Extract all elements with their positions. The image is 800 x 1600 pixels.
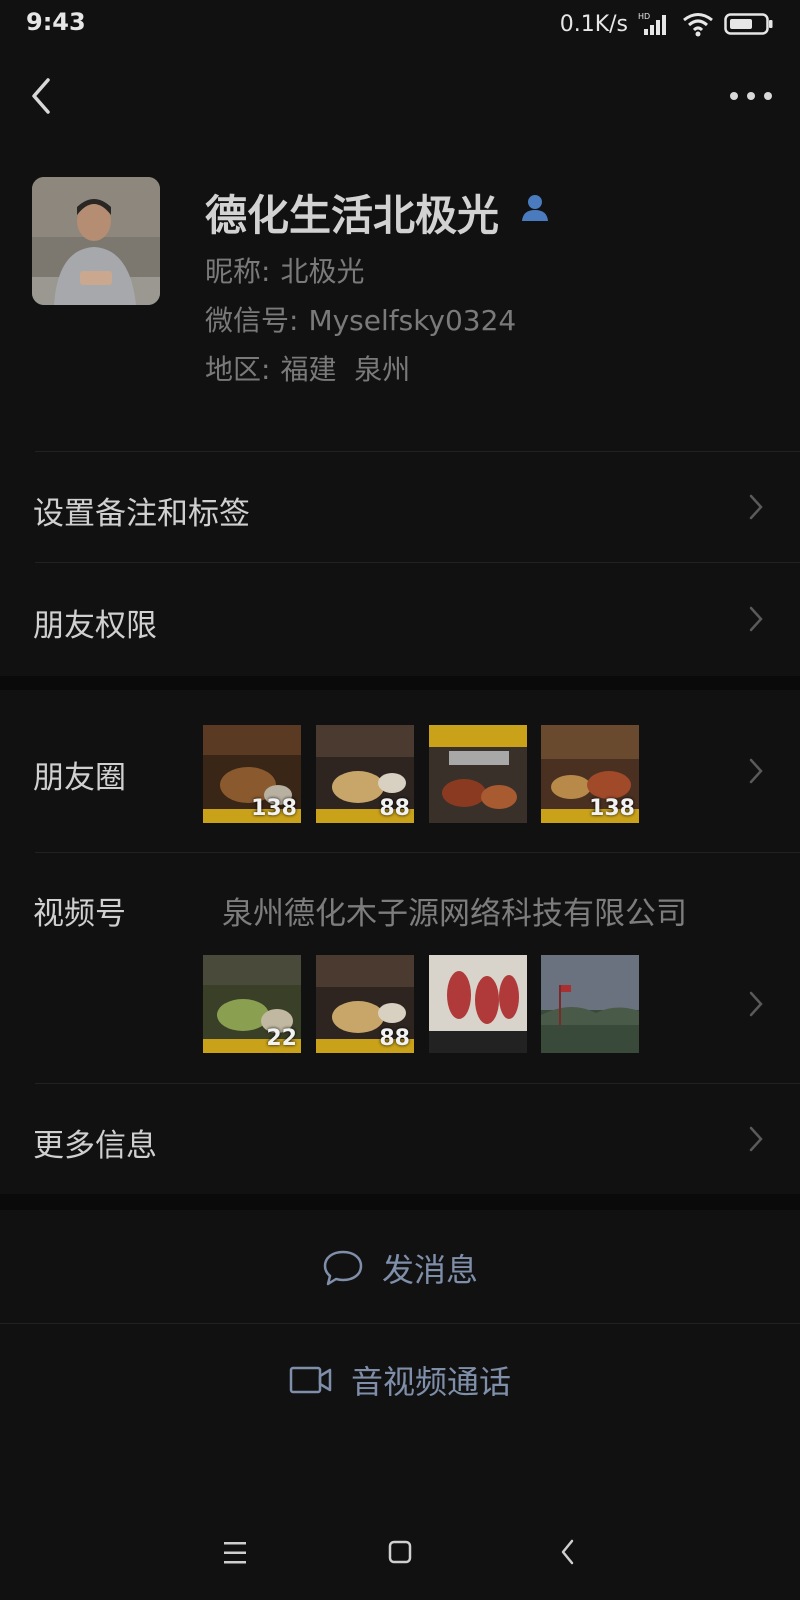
avatar-image	[32, 177, 160, 305]
nickname-label: 昵称:	[205, 255, 271, 288]
region-line: 地区: 福建 泉州	[205, 348, 410, 388]
back-icon[interactable]	[22, 74, 66, 118]
menu-icon[interactable]	[210, 1528, 260, 1578]
region-label: 地区:	[205, 353, 271, 386]
channel-thumbnail[interactable]	[541, 955, 639, 1053]
send-message-label: 发消息	[381, 1251, 478, 1289]
wechat-id-label: 微信号:	[205, 304, 299, 337]
channel-name: 泉州德化木子源网络科技有限公司	[222, 896, 687, 932]
chat-bubble-icon	[323, 1250, 363, 1286]
more-info-label: 更多信息	[33, 1128, 157, 1164]
more-options-icon[interactable]	[724, 74, 778, 118]
thumbnail-price: 88	[379, 1026, 410, 1051]
moments-row[interactable]: 朋友圈 138 88 138	[0, 690, 800, 852]
status-time: 9:43	[26, 8, 86, 36]
system-navigation-bar	[0, 1500, 800, 1600]
chevron-right-icon	[749, 606, 763, 632]
signal-icon: HD	[638, 12, 666, 35]
friend-permissions-label: 朋友权限	[33, 608, 157, 644]
video-camera-icon	[289, 1366, 332, 1394]
status-bar: 9:43 0.1K/s HD	[0, 0, 800, 50]
wechat-id-value: Myselfsky0324	[308, 304, 517, 337]
moments-thumbnail[interactable]: 138	[541, 725, 639, 823]
verified-contact-icon	[522, 195, 548, 221]
wifi-icon	[683, 13, 713, 37]
moments-thumbnail[interactable]: 138	[203, 725, 301, 823]
av-call-button[interactable]: 音视频通话	[0, 1325, 800, 1435]
chevron-right-icon	[749, 991, 763, 1017]
divider	[0, 1323, 800, 1324]
channel-thumbnail[interactable]	[429, 955, 527, 1053]
channels-label: 视频号	[33, 896, 126, 932]
chevron-right-icon	[749, 494, 763, 520]
battery-icon	[724, 13, 773, 35]
wechat-id-line: 微信号: Myselfsky0324	[205, 299, 516, 339]
landscape-photo	[541, 955, 639, 1053]
av-call-label: 音视频通话	[350, 1363, 511, 1401]
nickname-value: 北极光	[280, 255, 365, 288]
channel-thumbnail[interactable]: 22	[203, 955, 301, 1053]
avatar[interactable]	[32, 177, 160, 305]
channels-row[interactable]: 视频号 泉州德化木子源网络科技有限公司 22 88	[0, 853, 800, 1083]
network-badge: HD	[638, 12, 650, 21]
region-value: 福建 泉州	[280, 353, 411, 386]
home-icon[interactable]	[375, 1528, 425, 1578]
thumbnail-price: 138	[251, 796, 297, 821]
thumbnail-price: 88	[379, 796, 410, 821]
chevron-right-icon	[749, 758, 763, 784]
friend-permissions-row[interactable]: 朋友权限	[0, 563, 800, 675]
status-indicators: 0.1K/s HD	[560, 8, 774, 40]
remarks-and-tags-label: 设置备注和标签	[33, 496, 250, 532]
remarks-and-tags-row[interactable]: 设置备注和标签	[0, 452, 800, 562]
section-separator	[0, 676, 800, 690]
channel-thumbnail[interactable]: 88	[316, 955, 414, 1053]
contact-profile-screen: 9:43 0.1K/s HD 德化生活北极光 昵称: 北极光 微信号: Myse…	[0, 0, 800, 1600]
network-speed: 0.1K/s	[559, 11, 628, 37]
contact-name: 德化生活北极光	[205, 191, 500, 240]
moments-thumbnail[interactable]: 88	[316, 725, 414, 823]
more-info-row[interactable]: 更多信息	[0, 1084, 800, 1194]
chevron-right-icon	[749, 1126, 763, 1152]
nickname-line: 昵称: 北极光	[205, 250, 364, 290]
thumbnail-price: 22	[266, 1026, 297, 1051]
food-photo	[429, 725, 527, 823]
thumbnail-price: 138	[589, 796, 635, 821]
moments-thumbnail[interactable]	[429, 725, 527, 823]
section-separator	[0, 1194, 800, 1210]
moments-label: 朋友圈	[33, 760, 126, 796]
send-message-button[interactable]: 发消息	[0, 1213, 800, 1323]
back-nav-icon[interactable]	[543, 1528, 593, 1578]
illustration-image	[429, 955, 527, 1053]
